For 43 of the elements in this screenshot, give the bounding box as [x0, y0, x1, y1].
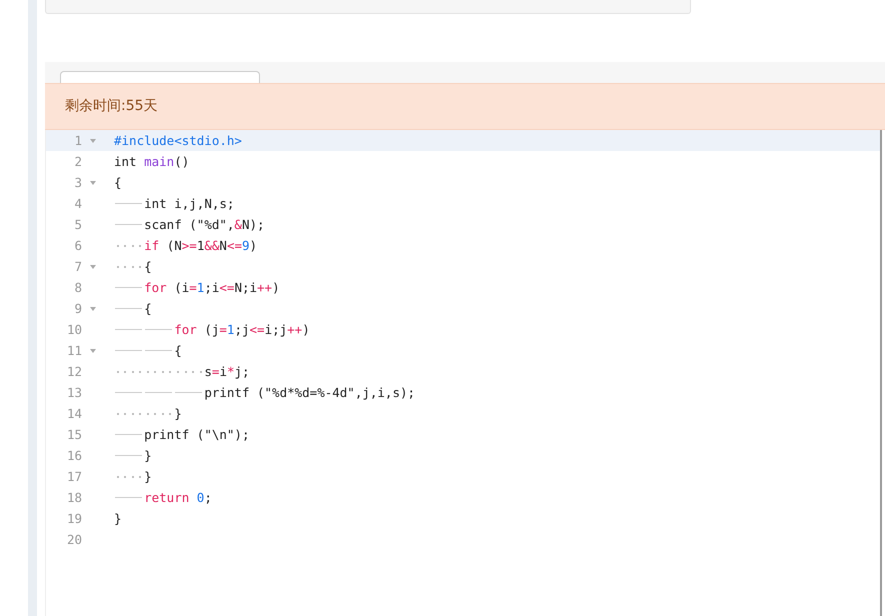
- code-line: printf ("\n");: [114, 424, 250, 445]
- fold-arrow-icon[interactable]: [90, 138, 96, 142]
- fold-arrow-icon[interactable]: [90, 348, 96, 352]
- line-number: 9: [73, 300, 82, 318]
- line-number: 8: [73, 279, 82, 297]
- fold-arrow-icon[interactable]: [90, 180, 96, 184]
- code-line: }: [114, 466, 152, 487]
- code-line: int i,j,N,s;: [114, 193, 234, 214]
- line-number: 18: [66, 489, 82, 507]
- code-line: s=i*j;: [114, 361, 250, 382]
- line-number: 1: [73, 132, 82, 150]
- code-line: {: [114, 256, 152, 277]
- line-number: 5: [73, 216, 82, 234]
- line-number: 14: [66, 405, 82, 423]
- line-number: 6: [73, 237, 82, 255]
- code-line: printf ("%d*%d=%-4d",j,i,s);: [114, 382, 416, 403]
- line-number: 20: [66, 531, 82, 549]
- line-number: 19: [66, 510, 82, 528]
- remaining-time-text: 剩余时间:55天: [65, 97, 158, 116]
- line-number: 2: [73, 153, 82, 171]
- code-line: }: [114, 510, 122, 528]
- code-line: #include<stdio.h>: [114, 132, 242, 150]
- line-number: 16: [66, 447, 82, 465]
- line-number: 11: [66, 342, 82, 360]
- line-number: 7: [73, 258, 82, 276]
- line-number: 12: [66, 363, 82, 381]
- fold-arrow-icon[interactable]: [90, 264, 96, 268]
- code-line: for (j=1;j<=i;j++): [114, 319, 310, 340]
- code-line: if (N>=1&&N<=9): [114, 235, 258, 256]
- code-line: int main(): [114, 153, 190, 171]
- fold-arrow-icon[interactable]: [90, 306, 96, 310]
- line-number: 15: [66, 426, 82, 444]
- code-line: for (i=1;i<=N;i++): [114, 277, 280, 298]
- line-number: 3: [73, 174, 82, 192]
- code-line: return 0;: [114, 487, 212, 508]
- code-line: {: [114, 174, 122, 192]
- line-number: 17: [66, 468, 82, 486]
- code-line: {: [114, 340, 182, 361]
- code-line: scanf ("%d",&N);: [114, 214, 265, 235]
- code-line: }: [114, 403, 182, 424]
- line-number: 13: [66, 384, 82, 402]
- line-number: 4: [73, 195, 82, 213]
- line-number: 10: [66, 321, 82, 339]
